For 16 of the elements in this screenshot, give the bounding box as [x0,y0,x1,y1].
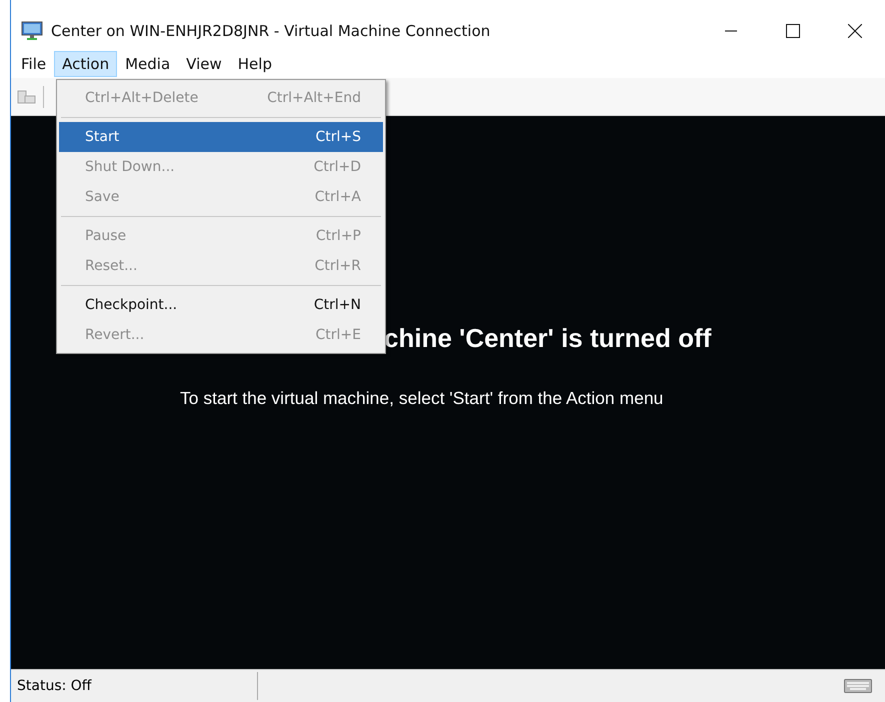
menu-entry[interactable]: Start Ctrl+S [59,122,383,152]
menu-item[interactable]: Media [117,51,178,77]
menu-item[interactable]: File [13,51,54,77]
screen-heading: chine 'Center' is turned off [384,323,712,354]
close-icon[interactable] [848,24,862,38]
keyboard-icon[interactable] [844,678,872,694]
monitor-icon [21,21,43,41]
screen-message: To start the virtual machine, select 'Start' from the Action menu [179,388,664,409]
menu-entry[interactable]: Checkpoint... Ctrl+N [59,290,383,320]
menu-item[interactable]: View [178,51,230,77]
maximize-icon[interactable] [786,24,800,38]
window-title: Center on WIN-ENHJR2D8JNR - Virtual Machine Connection [51,21,492,40]
minimize-icon[interactable] [725,30,737,32]
status-text: Status: Off [11,672,258,700]
menu-item[interactable]: Help [230,51,280,77]
menu-item[interactable]: Action [54,51,118,77]
